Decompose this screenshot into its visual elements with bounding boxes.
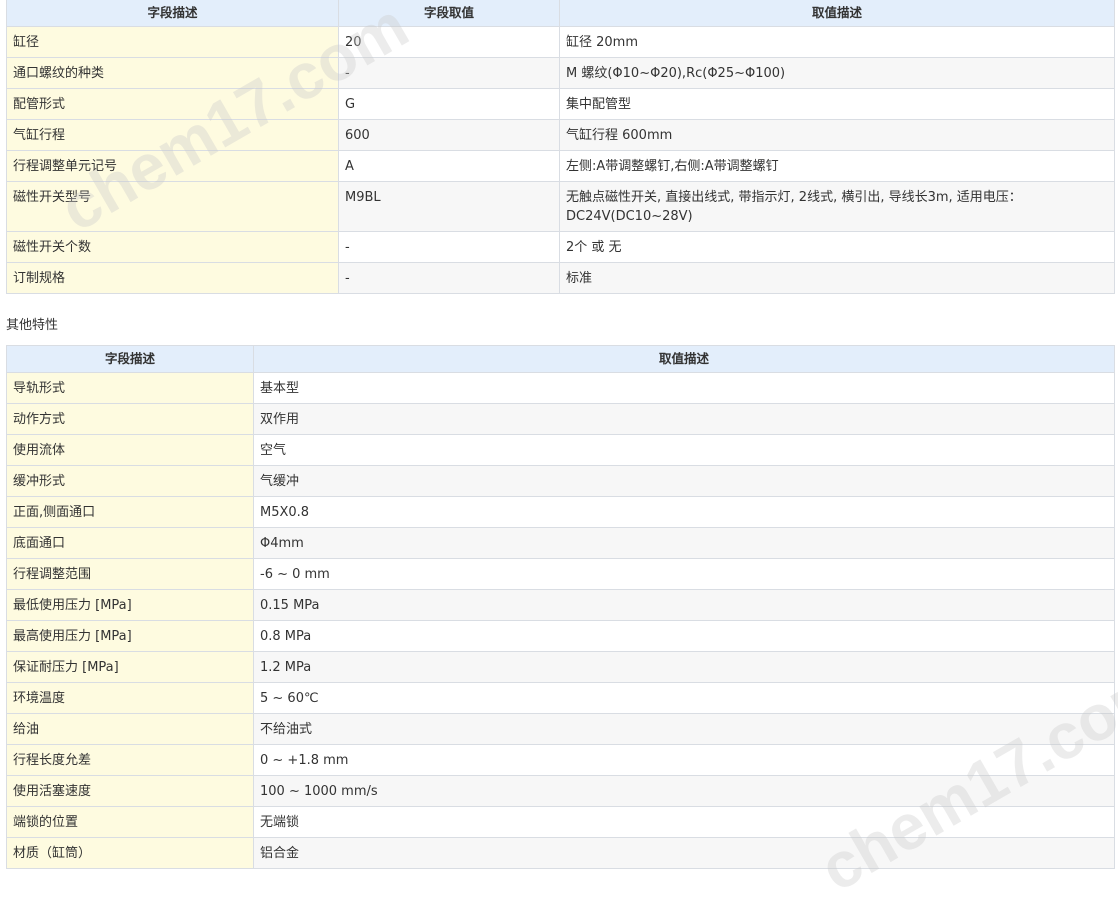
table-row: 保证耐压力 [MPa] 1.2 MPa: [6, 651, 1115, 683]
desc-cell: 气缓冲: [253, 465, 1115, 497]
field-cell: 导轨形式: [6, 372, 254, 404]
table-row: 使用活塞速度 100 ~ 1000 mm/s: [6, 775, 1115, 807]
desc-cell: 100 ~ 1000 mm/s: [253, 775, 1115, 807]
value-cell: G: [338, 88, 560, 120]
table-row: 最低使用压力 [MPa] 0.15 MPa: [6, 589, 1115, 621]
table-row: 气缸行程 600 气缸行程 600mm: [6, 119, 1115, 151]
table-row: 给油 不给油式: [6, 713, 1115, 745]
field-cell: 最高使用压力 [MPa]: [6, 620, 254, 652]
field-cell: 端锁的位置: [6, 806, 254, 838]
header-desc: 取值描述: [253, 345, 1115, 373]
desc-cell: 缸径 20mm: [559, 26, 1115, 58]
table-row: 磁性开关个数 -2个 或 无: [6, 231, 1115, 263]
field-cell: 磁性开关型号: [6, 181, 339, 232]
desc-cell: 气缸行程 600mm: [559, 119, 1115, 151]
desc-cell: Φ4mm: [253, 527, 1115, 559]
desc-cell: 双作用: [253, 403, 1115, 435]
header-field: 字段描述: [6, 0, 339, 27]
header-value: 字段取值: [338, 0, 560, 27]
field-cell: 气缸行程: [6, 119, 339, 151]
field-cell: 磁性开关个数: [6, 231, 339, 263]
other-features-table: 字段描述 取值描述 导轨形式 基本型 动作方式 双作用 使用流体 空气 缓冲形式 气缓冲 正面,…: [6, 345, 1115, 869]
desc-cell: 不给油式: [253, 713, 1115, 745]
desc-cell: 0.8 MPa: [253, 620, 1115, 652]
value-cell: 20: [338, 26, 560, 58]
table-row: 行程调整范围 -6 ~ 0 mm: [6, 558, 1115, 590]
section-title: 其他特性: [6, 318, 59, 333]
desc-cell: M5X0.8: [253, 496, 1115, 528]
field-cell: 缸径: [6, 26, 339, 58]
desc-cell: 1.2 MPa: [253, 651, 1115, 683]
field-cell: 动作方式: [6, 403, 254, 435]
value-cell: -: [338, 57, 560, 89]
value-cell: -: [338, 231, 560, 263]
value-cell: 600: [338, 119, 560, 151]
field-cell: 使用流体: [6, 434, 254, 466]
table-row: 导轨形式 基本型: [6, 372, 1115, 404]
table-row: 订制规格 - 标准: [6, 262, 1115, 294]
field-cell: 行程长度允差: [6, 744, 254, 776]
table-row: 行程长度允差 0 ~ +1.8 mm: [6, 744, 1115, 776]
value-cell: A: [338, 150, 560, 182]
field-cell: 最低使用压力 [MPa]: [6, 589, 254, 621]
desc-cell: -6 ~ 0 mm: [253, 558, 1115, 590]
field-cell: 使用活塞速度: [6, 775, 254, 807]
desc-cell: 铝合金: [253, 837, 1115, 869]
header-desc: 取值描述: [559, 0, 1115, 27]
table-row: 通口螺纹的种类 - M 螺纹(Φ10~Φ20),Rc(Φ25~Φ100): [6, 57, 1115, 89]
table-row: 底面通口 Φ4mm: [6, 527, 1115, 559]
table-row: 配管形式 G 集中配管型: [6, 88, 1115, 120]
table-row: 材质（缸筒） 铝合金: [6, 837, 1115, 869]
spec-table: 字段描述 字段取值 取值描述 缸径 20 缸径 20mm 通口螺纹的种类 - M 螺纹(Φ…: [6, 0, 1115, 294]
field-cell: 行程调整范围: [6, 558, 254, 590]
field-cell: 给油: [6, 713, 254, 745]
table-row: 最高使用压力 [MPa] 0.8 MPa: [6, 620, 1115, 652]
desc-cell: 无端锁: [253, 806, 1115, 838]
desc-cell: 0.15 MPa: [253, 589, 1115, 621]
field-cell: 正面,侧面通口: [6, 496, 254, 528]
table-row: 正面,侧面通口 M5X0.8: [6, 496, 1115, 528]
field-cell: 材质（缸筒）: [6, 837, 254, 869]
desc-cell: 集中配管型: [559, 88, 1115, 120]
desc-cell: 2个 或 无: [559, 231, 1115, 263]
value-cell: -: [338, 262, 560, 294]
table-row: 动作方式 双作用: [6, 403, 1115, 435]
field-cell: 底面通口: [6, 527, 254, 559]
table-row: 行程调整单元记号 A 左侧:A带调整螺钉,右侧:A带调整螺钉: [6, 150, 1115, 182]
field-cell: 缓冲形式: [6, 465, 254, 497]
field-cell: 订制规格: [6, 262, 339, 294]
desc-cell: 5 ~ 60℃: [253, 682, 1115, 714]
table-row: 缸径 20 缸径 20mm: [6, 26, 1115, 58]
table-header-row: 字段描述 字段取值 取值描述: [6, 0, 1115, 27]
header-field: 字段描述: [6, 345, 254, 373]
desc-cell: 空气: [253, 434, 1115, 466]
desc-cell: 基本型: [253, 372, 1115, 404]
table-row: 磁性开关型号 M9BL 无触点磁性开关, 直接出线式, 带指示灯, 2线式, 横引出…: [6, 181, 1115, 232]
table-row: 端锁的位置 无端锁: [6, 806, 1115, 838]
desc-cell: 标准: [559, 262, 1115, 294]
desc-cell: 0 ~ +1.8 mm: [253, 744, 1115, 776]
value-cell: M9BL: [338, 181, 560, 232]
table-row: 环境温度 5 ~ 60℃: [6, 682, 1115, 714]
field-cell: 保证耐压力 [MPa]: [6, 651, 254, 683]
desc-cell: 无触点磁性开关, 直接出线式, 带指示灯, 2线式, 横引出, 导线长3m, 适…: [559, 181, 1115, 232]
field-cell: 行程调整单元记号: [6, 150, 339, 182]
desc-cell: M 螺纹(Φ10~Φ20),Rc(Φ25~Φ100): [559, 57, 1115, 89]
field-cell: 配管形式: [6, 88, 339, 120]
table-header-row: 字段描述 取值描述: [6, 345, 1115, 373]
field-cell: 环境温度: [6, 682, 254, 714]
table-row: 缓冲形式 气缓冲: [6, 465, 1115, 497]
table-row: 使用流体 空气: [6, 434, 1115, 466]
field-cell: 通口螺纹的种类: [6, 57, 339, 89]
desc-cell: 左侧:A带调整螺钉,右侧:A带调整螺钉: [559, 150, 1115, 182]
